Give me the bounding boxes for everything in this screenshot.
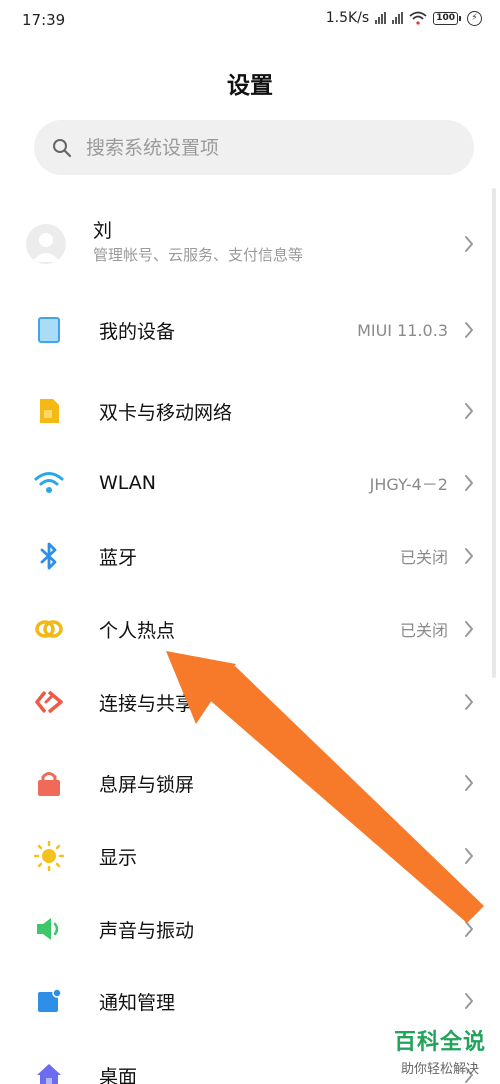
brightness-icon [34, 841, 64, 871]
settings-item-connection-share[interactable]: 连接与共享 [0, 666, 500, 738]
wifi-icon [34, 468, 64, 498]
item-label: 息屏与锁屏 [99, 773, 195, 796]
watermark: 百科全说 助你轻松解决 [394, 1024, 486, 1077]
chevron-right-icon [465, 403, 473, 419]
item-label: 我的设备 [99, 320, 176, 343]
settings-item-hotspot[interactable]: 个人热点 已关闭 [0, 593, 500, 665]
chevron-right-icon [465, 993, 473, 1009]
chevron-right-icon [465, 548, 473, 564]
chevron-right-icon [465, 775, 473, 791]
item-value: JHGY-4－2 [369, 475, 448, 494]
status-time: 17:39 [22, 11, 66, 29]
item-label: 个人热点 [99, 619, 176, 642]
chevron-right-icon [465, 848, 473, 864]
connection-share-icon [34, 687, 64, 717]
chevron-right-icon [465, 694, 473, 710]
notification-icon [34, 986, 64, 1016]
signal-icon [375, 12, 387, 24]
account-subtitle: 管理帐号、云服务、支付信息等 [93, 246, 304, 264]
watermark-subtitle: 助你轻松解决 [400, 1062, 479, 1077]
chevron-right-icon [465, 475, 473, 491]
chevron-right-icon [465, 322, 473, 338]
sound-icon [34, 914, 64, 944]
battery-level: 100 [433, 11, 458, 25]
status-indicators: 1.5K/s 100 ⚡ [326, 10, 482, 26]
chevron-right-icon [465, 921, 473, 937]
battery-icon: 100 [433, 11, 461, 25]
account-row[interactable]: 刘 管理帐号、云服务、支付信息等 [0, 208, 500, 280]
item-label: 双卡与移动网络 [99, 401, 233, 424]
settings-item-wlan[interactable]: WLAN JHGY-4－2 [0, 447, 500, 519]
settings-item-sim[interactable]: 双卡与移动网络 [0, 375, 500, 447]
page-title: 设置 [227, 73, 273, 99]
chevron-right-icon [465, 621, 473, 637]
item-value: MIUI 11.0.3 [357, 320, 448, 340]
account-name: 刘 [93, 220, 113, 242]
bluetooth-icon [34, 541, 64, 571]
charging-icon: ⚡ [467, 10, 482, 26]
item-value: 已关闭 [399, 548, 448, 567]
signal-icon-2 [392, 12, 404, 24]
network-speed: 1.5K/s [325, 10, 370, 26]
item-label: 蓝牙 [99, 546, 138, 569]
watermark-title: 百科全说 [393, 1030, 486, 1055]
avatar [26, 224, 66, 264]
search-icon [53, 138, 72, 157]
chevron-right-icon [465, 236, 473, 252]
search-input[interactable] [86, 136, 446, 159]
settings-item-display[interactable]: 显示 [0, 820, 500, 892]
item-value: 已关闭 [399, 621, 448, 640]
item-label: 桌面 [99, 1065, 138, 1084]
settings-item-lock-screen[interactable]: 息屏与锁屏 [0, 747, 500, 819]
settings-item-my-device[interactable]: 我的设备 MIUI 11.0.3 [0, 294, 500, 366]
hotspot-icon [34, 614, 64, 644]
item-label: WLAN [99, 472, 157, 494]
settings-item-bluetooth[interactable]: 蓝牙 已关闭 [0, 520, 500, 592]
search-bar[interactable] [34, 120, 474, 175]
item-label: 连接与共享 [99, 692, 195, 715]
status-bar: 17:39 1.5K/s 100 ⚡ [0, 0, 500, 44]
home-icon [34, 1060, 64, 1084]
item-label: 通知管理 [99, 991, 176, 1014]
settings-item-sound[interactable]: 声音与振动 [0, 893, 500, 965]
item-label: 显示 [99, 846, 138, 869]
sim-card-icon [34, 396, 64, 426]
lock-icon [34, 768, 64, 798]
wifi-status-icon [409, 11, 427, 25]
device-icon [34, 315, 64, 345]
item-label: 声音与振动 [99, 919, 195, 942]
